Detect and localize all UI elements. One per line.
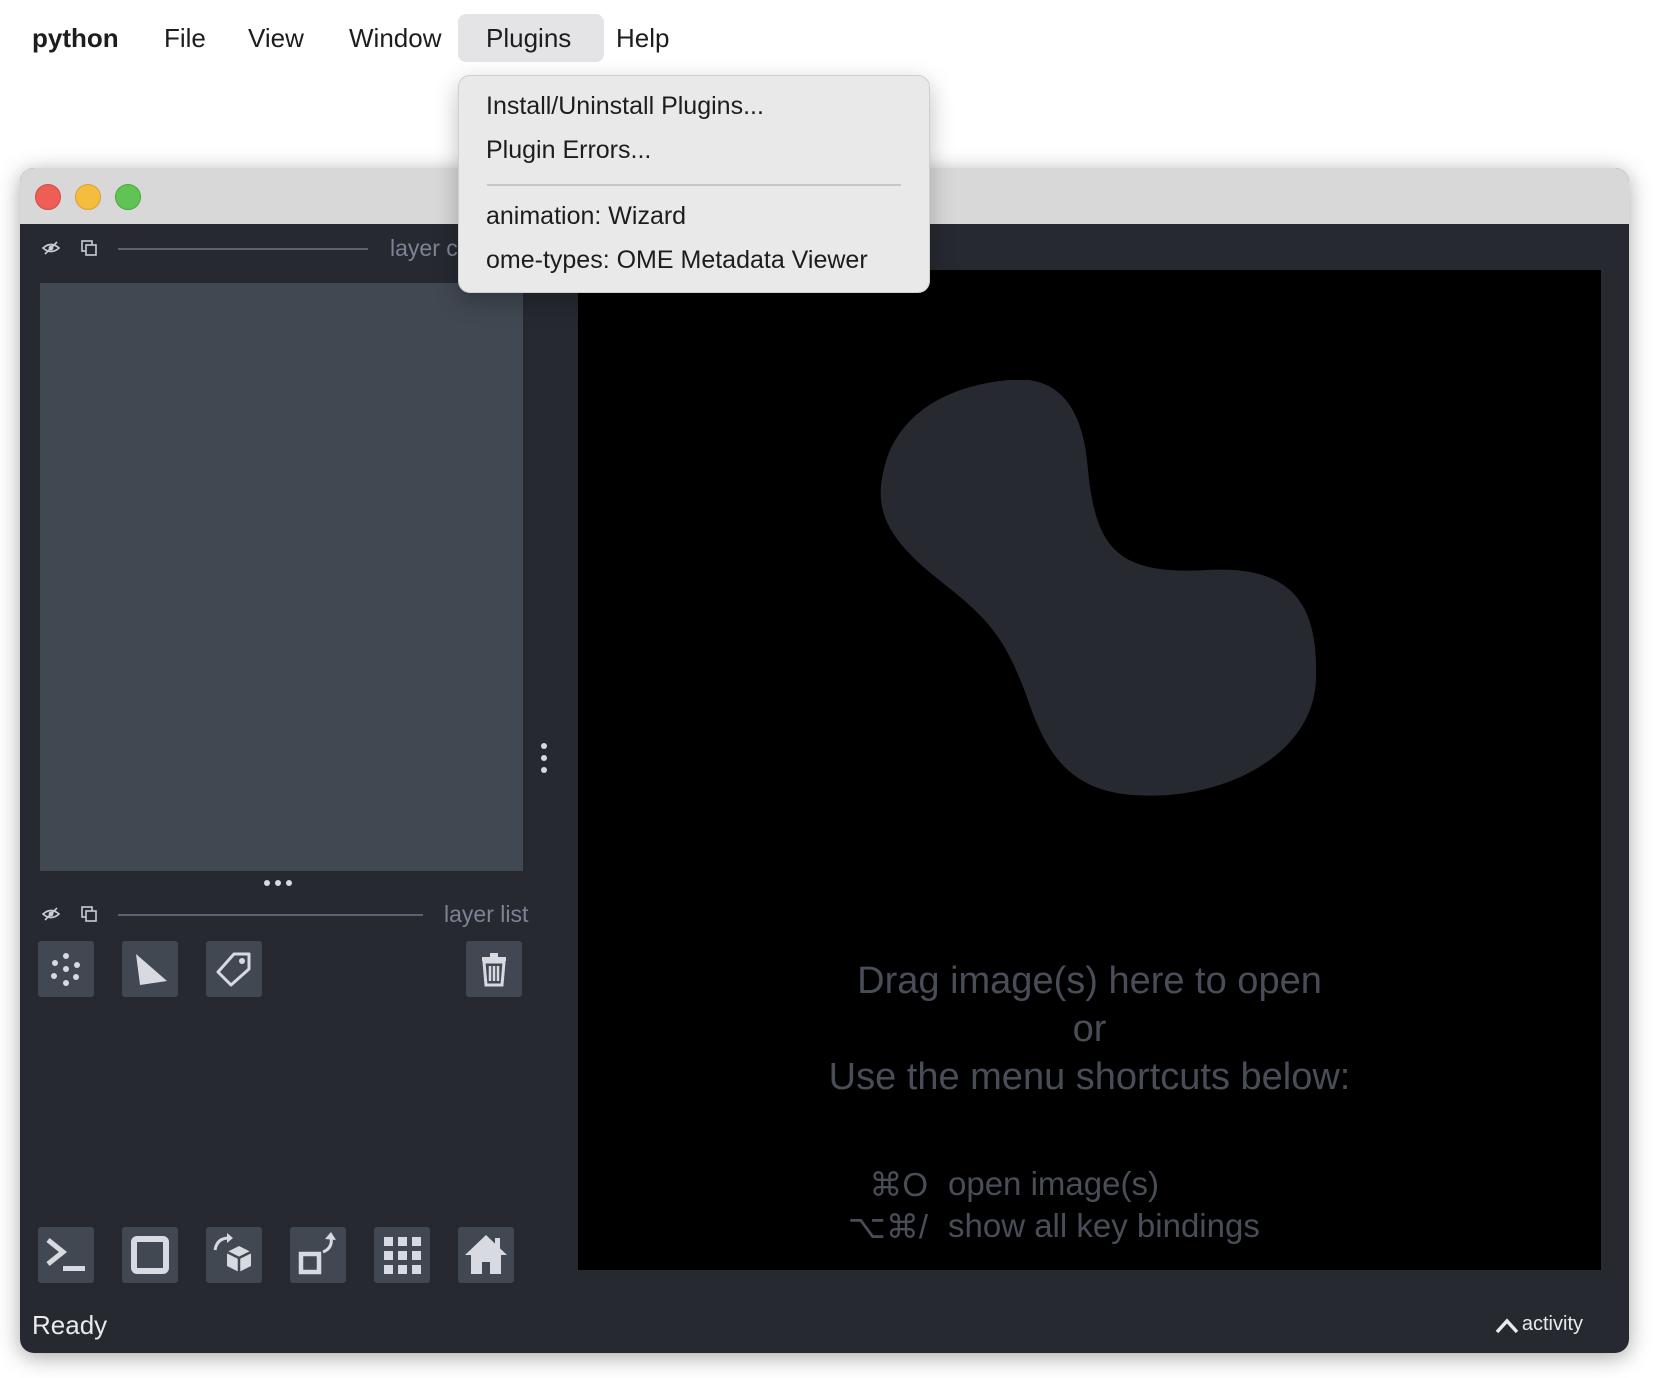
menu-item-ome-metadata-viewer[interactable]: ome-types: OME Metadata Viewer [486,246,868,275]
welcome-line-2: or [1072,1008,1107,1050]
close-window-button[interactable] [35,184,61,210]
vertical-splitter-handle[interactable] [541,743,547,773]
eye-hide-icon[interactable] [42,905,60,923]
zoom-window-button[interactable] [115,184,141,210]
shortcut-desc: open image(s) [948,1165,1159,1202]
console-button[interactable] [38,1227,94,1283]
roll-cube-icon [213,1233,252,1272]
delete-layer-icon [482,953,506,987]
viewer-canvas[interactable]: Drag image(s) here to open or Use the me… [578,270,1601,1270]
grid-icon [384,1237,421,1274]
menu-window[interactable]: Window [335,14,455,62]
reset-view-button[interactable] [458,1227,514,1283]
new-shapes-icon [136,954,167,985]
menu-item-animation-wizard[interactable]: animation: Wizard [486,202,686,231]
chevron-up-icon [1495,1317,1519,1333]
layer-controls-panel [40,283,523,871]
menu-help[interactable]: Help [602,14,683,62]
status-text: Ready [32,1310,108,1340]
activity-toggle[interactable]: activity [1494,1313,1583,1336]
horizontal-splitter-handle[interactable] [264,880,292,886]
new-labels-icon [216,952,251,987]
home-icon [465,1235,507,1274]
layer-list-title: layer list [444,901,529,927]
float-panel-icon[interactable] [80,239,98,257]
app-menu[interactable]: python [18,14,133,62]
new-shapes-layer-button[interactable] [122,941,178,997]
header-divider [118,248,368,250]
new-labels-layer-button[interactable] [206,941,262,997]
menu-plugins[interactable]: Plugins [458,14,604,62]
menu-item-plugin-errors[interactable]: Plugin Errors... [486,136,651,165]
napari-window: layer controls layer list [20,168,1629,1353]
delete-layer-button[interactable] [466,941,522,997]
transpose-icon [298,1232,336,1275]
welcome-line-3: Use the menu shortcuts below: [828,1056,1351,1098]
ndisplay-toggle-button[interactable] [122,1227,178,1283]
welcome-line-1: Drag image(s) here to open [857,960,1322,1002]
layer-list-header: layer list [40,901,535,927]
console-icon [46,1238,85,1271]
menu-separator [487,184,901,186]
shortcut-desc: show all key bindings [948,1207,1260,1244]
roll-dimensions-button[interactable] [206,1227,262,1283]
new-points-icon [51,953,80,986]
grid-view-button[interactable] [374,1227,430,1283]
menu-view[interactable]: View [234,14,318,62]
menu-item-install-plugins[interactable]: Install/Uninstall Plugins... [486,92,764,121]
transpose-dimensions-button[interactable] [290,1227,346,1283]
plugins-dropdown: Install/Uninstall Plugins... Plugin Erro… [458,75,930,293]
header-divider [118,914,423,916]
new-points-layer-button[interactable] [38,941,94,997]
menu-bar: python File View Window Plugins Help [0,0,1656,74]
eye-hide-icon[interactable] [42,239,60,257]
activity-label: activity [1521,1313,1583,1335]
float-panel-icon[interactable] [80,905,98,923]
shortcut-key: ⌥⌘/ [847,1208,928,1245]
shortcut-key: ⌘O [869,1166,928,1203]
menu-file[interactable]: File [150,14,220,62]
minimize-window-button[interactable] [75,184,101,210]
layer-controls-header: layer controls [40,235,490,261]
ndisplay-square-icon [131,1236,169,1274]
napari-logo-icon [880,380,1317,796]
